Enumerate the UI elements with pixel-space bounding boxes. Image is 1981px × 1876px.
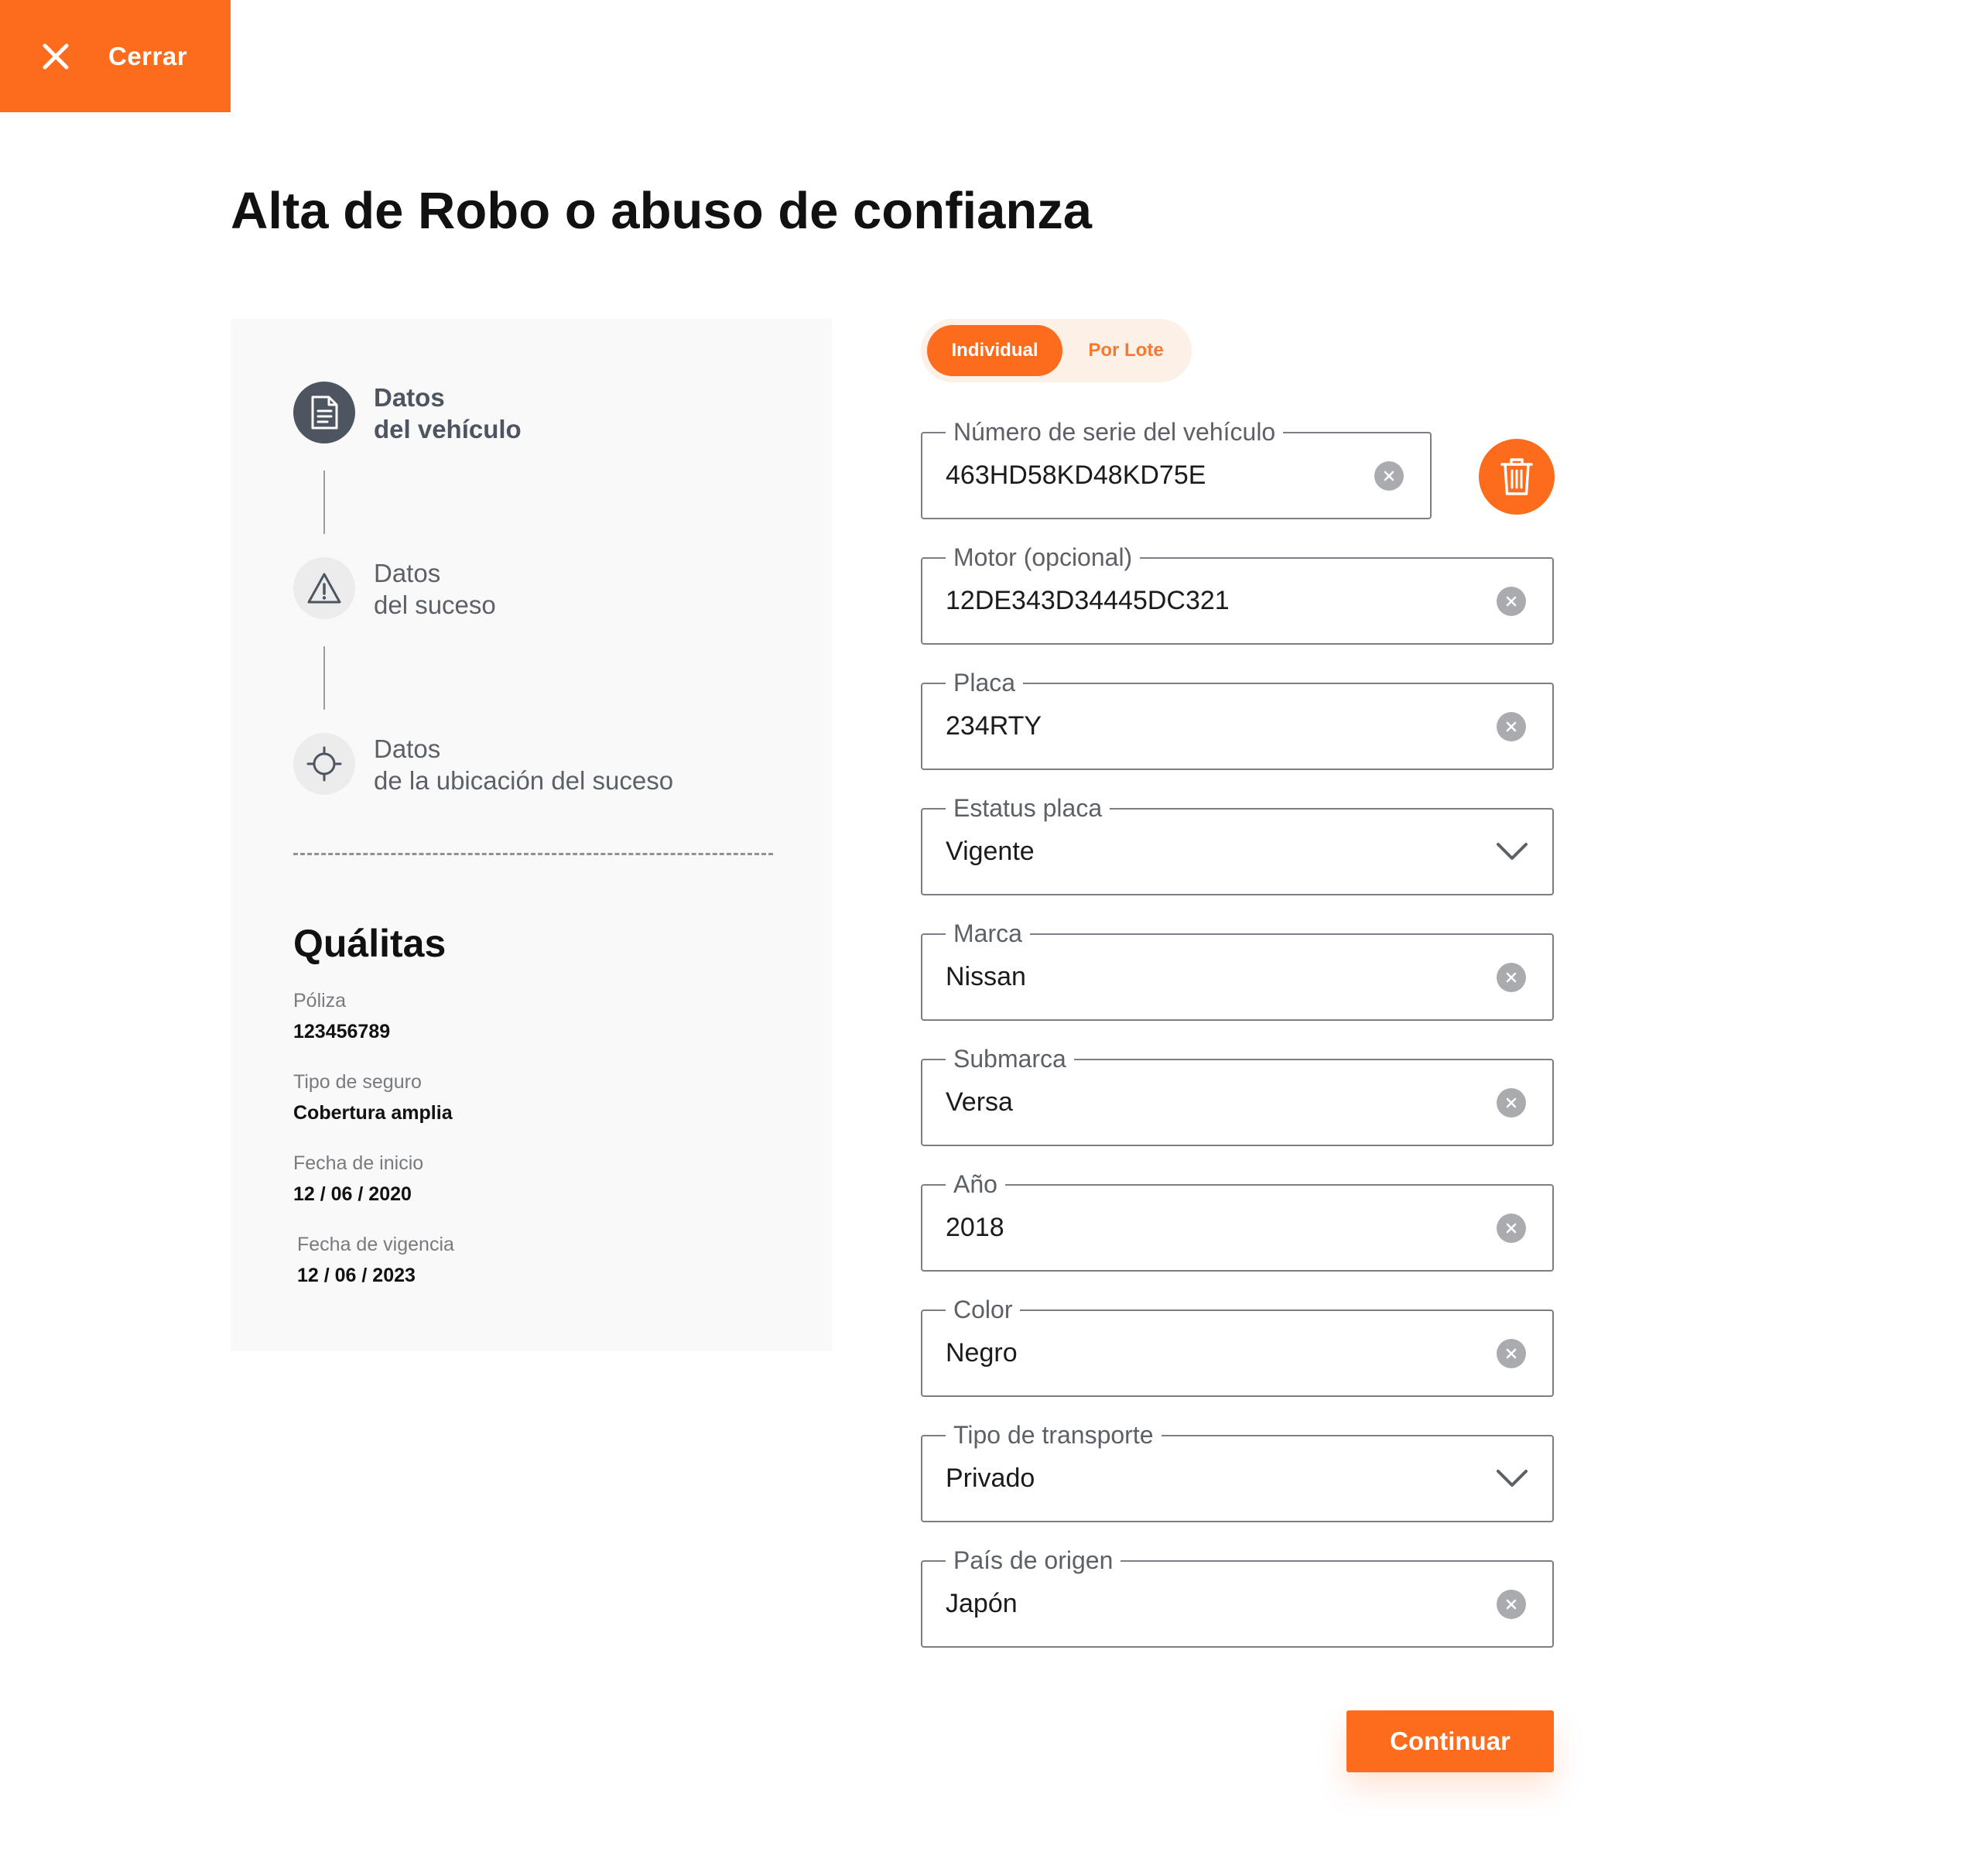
- clear-icon[interactable]: [1497, 712, 1526, 741]
- step-3-line2: de la ubicación del suceso: [374, 766, 674, 795]
- step-2-text: Datos del suceso: [374, 557, 496, 621]
- step-1-badge: [293, 382, 355, 443]
- fecha-inicio-info: Fecha de inicio 12 / 06 / 2020: [293, 1152, 423, 1206]
- serie-value[interactable]: 463HD58KD48KD75E: [946, 433, 1206, 518]
- submarca-field[interactable]: Submarca Versa: [921, 1043, 1554, 1146]
- poliza-value: 123456789: [293, 1021, 391, 1042]
- clear-icon[interactable]: [1497, 1214, 1526, 1243]
- fecha-vigencia-value: 12 / 06 / 2023: [297, 1265, 416, 1286]
- tipo-seguro-value: Cobertura amplia: [293, 1102, 453, 1124]
- anio-field[interactable]: Año 2018: [921, 1169, 1554, 1272]
- placa-field[interactable]: Placa 234RTY: [921, 667, 1554, 770]
- clear-icon[interactable]: [1497, 1339, 1526, 1368]
- step-datos-ubicacion[interactable]: Datos de la ubicación del suceso: [293, 733, 673, 796]
- serie-field[interactable]: Número de serie del vehículo 463HD58KD48…: [921, 416, 1432, 519]
- clear-icon[interactable]: [1497, 587, 1526, 616]
- submarca-value[interactable]: Versa: [946, 1060, 1013, 1145]
- page-title: Alta de Robo o abuso de confianza: [231, 182, 1093, 240]
- step-datos-vehiculo[interactable]: Datos del vehículo: [293, 382, 522, 445]
- toggle-individual[interactable]: Individual: [927, 325, 1062, 376]
- trash-icon: [1500, 458, 1533, 495]
- close-button[interactable]: Cerrar: [0, 0, 231, 112]
- clear-icon[interactable]: [1497, 1590, 1526, 1619]
- placa-value[interactable]: 234RTY: [946, 684, 1042, 769]
- step-connector: [323, 471, 325, 534]
- clear-icon[interactable]: [1497, 1088, 1526, 1118]
- color-value[interactable]: Negro: [946, 1311, 1018, 1395]
- fecha-vigencia-info: Fecha de vigencia 12 / 06 / 2023: [297, 1233, 454, 1287]
- toggle-por-lote[interactable]: Por Lote: [1068, 325, 1184, 376]
- divider: [293, 853, 773, 855]
- crosshair-icon: [306, 746, 342, 782]
- anio-value[interactable]: 2018: [946, 1186, 1004, 1270]
- clear-icon[interactable]: [1497, 963, 1526, 992]
- marca-field[interactable]: Marca Nissan: [921, 918, 1554, 1021]
- step-2-line2: del suceso: [374, 591, 496, 619]
- step-1-text: Datos del vehículo: [374, 382, 522, 445]
- step-datos-suceso[interactable]: Datos del suceso: [293, 557, 496, 621]
- step-2-line1: Datos: [374, 559, 441, 587]
- fecha-inicio-label: Fecha de inicio: [293, 1152, 424, 1174]
- delete-button[interactable]: [1479, 439, 1555, 515]
- close-label: Cerrar: [108, 41, 188, 70]
- step-2-badge: [293, 557, 355, 619]
- step-connector: [323, 646, 325, 710]
- step-1-line2: del vehículo: [374, 415, 522, 443]
- fecha-vigencia-label: Fecha de vigencia: [297, 1234, 454, 1255]
- pais-origen-field[interactable]: País de origen Japón: [921, 1545, 1554, 1648]
- step-3-badge: [293, 733, 355, 795]
- warning-icon: [307, 573, 341, 604]
- insurer-name: Quálitas: [293, 922, 446, 965]
- step-3-text: Datos de la ubicación del suceso: [374, 733, 673, 796]
- motor-value[interactable]: 12DE343D34445DC321: [946, 559, 1230, 643]
- mode-toggle: Individual Por Lote: [921, 319, 1192, 382]
- marca-value[interactable]: Nissan: [946, 935, 1026, 1019]
- progress-panel: Datos del vehículo Datos del suceso Dato…: [231, 319, 832, 1351]
- step-1-line1: Datos: [374, 383, 445, 412]
- estatus-placa-select[interactable]: Estatus placa Vigente: [921, 793, 1554, 895]
- document-icon: [311, 395, 338, 430]
- motor-field[interactable]: Motor (opcional) 12DE343D34445DC321: [921, 542, 1554, 645]
- chevron-down-icon[interactable]: [1495, 837, 1529, 865]
- poliza-label: Póliza: [293, 990, 347, 1012]
- step-3-line1: Datos: [374, 734, 441, 763]
- continue-button[interactable]: Continuar: [1346, 1710, 1554, 1772]
- color-field[interactable]: Color Negro: [921, 1294, 1554, 1397]
- poliza-info: Póliza 123456789: [293, 989, 390, 1043]
- tipo-seguro-info: Tipo de seguro Cobertura amplia: [293, 1070, 453, 1125]
- tipo-seguro-label: Tipo de seguro: [293, 1071, 422, 1093]
- tipo-transporte-value[interactable]: Privado: [946, 1436, 1035, 1521]
- estatus-placa-value[interactable]: Vigente: [946, 810, 1035, 894]
- chevron-down-icon[interactable]: [1495, 1464, 1529, 1492]
- tipo-transporte-select[interactable]: Tipo de transporte Privado: [921, 1419, 1554, 1522]
- close-icon: [43, 43, 69, 69]
- pais-origen-value[interactable]: Japón: [946, 1562, 1018, 1646]
- fecha-inicio-value: 12 / 06 / 2020: [293, 1183, 412, 1205]
- clear-icon[interactable]: [1374, 461, 1404, 491]
